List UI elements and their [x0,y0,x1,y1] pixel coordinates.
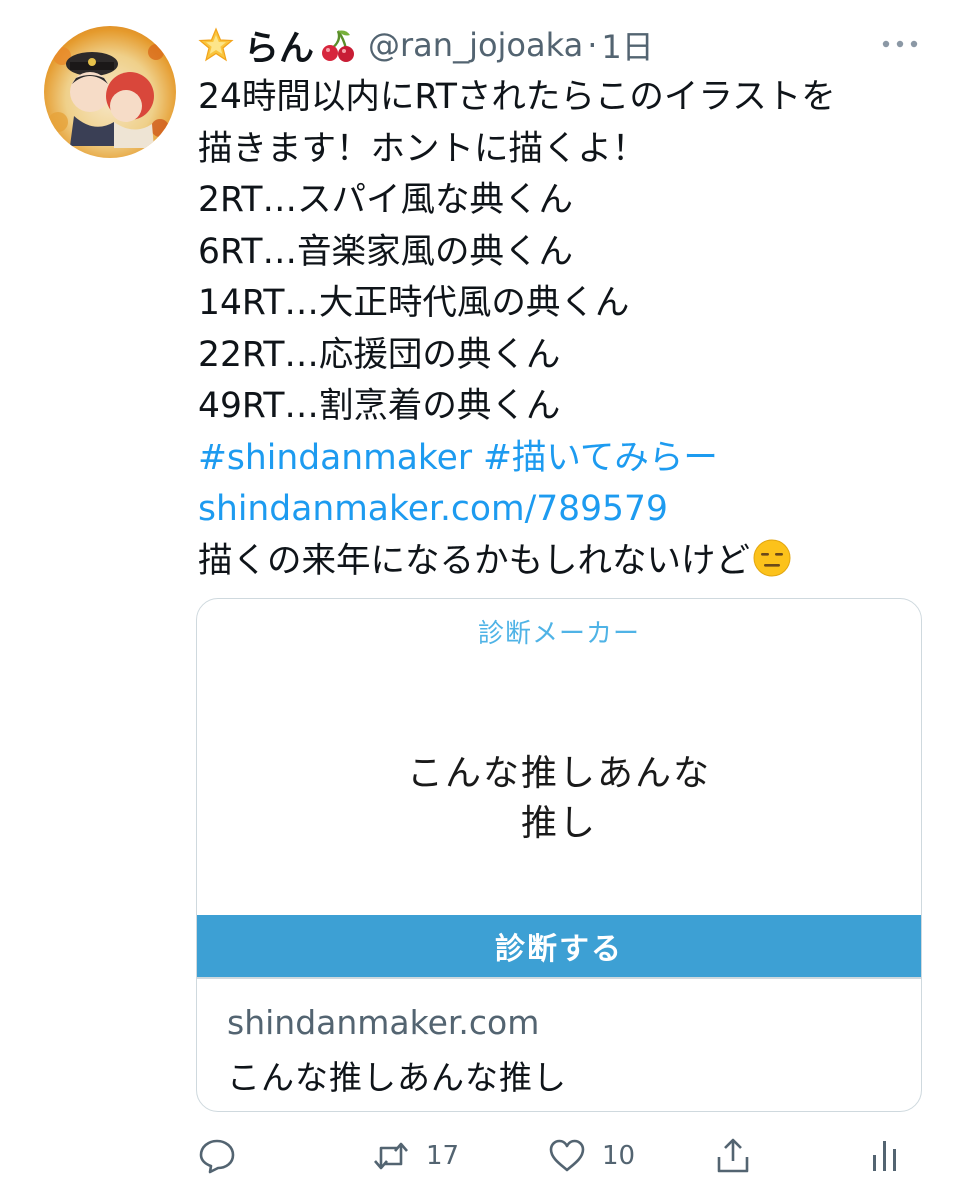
card-divider [197,977,921,979]
url-line: shindanmaker.com/789579 [198,484,928,536]
card-title-line: こんな推しあんな [406,753,711,794]
link-card[interactable]: 診断メーカー こんな推しあんな 推し 診断する shindanmaker.com… [196,598,922,1112]
more-icon[interactable] [880,34,920,54]
card-domain: shindanmaker.com [227,1003,540,1042]
reply-icon [199,1139,235,1174]
like-icon [549,1139,585,1172]
card-description: こんな推しあんな推し [227,1058,567,1097]
analytics-icon [873,1141,896,1171]
tweet-line: 14RT…大正時代風の典くん [198,283,630,323]
like-button[interactable]: 10 [548,1134,635,1178]
expressionless-face-icon [753,539,791,576]
hashtag-link[interactable]: #描いてみらー [483,438,718,478]
url-link[interactable]: shindanmaker.com/789579 [198,489,668,529]
tweet-line: 2RT…スパイ風な典くん [198,180,573,220]
tweet-line: 24時間以内にRTされたらこのイラストを [198,77,836,117]
glowing-star-icon [198,27,234,62]
reply-button[interactable] [198,1134,252,1178]
timestamp[interactable]: 1日 [601,22,653,68]
hashtag-link[interactable]: #shindanmaker [198,438,472,478]
diagnose-button[interactable]: 診断する [197,915,921,977]
like-count: 10 [602,1141,636,1171]
tweet-line: 描きます！ホントに描くよ！ [198,128,647,169]
author-handle[interactable]: @ran_jojoaka [368,26,583,64]
share-button[interactable] [714,1134,752,1178]
tweet[interactable]: らん @ran_jojoaka · 1日 24時間以内にRTされたらこのイラスト… [0,0,960,1200]
retweet-button[interactable]: 17 [372,1134,459,1178]
tweet-header: らん @ran_jojoaka · 1日 [198,20,654,71]
retweet-count: 17 [426,1141,460,1171]
author-name[interactable]: らん [244,20,314,71]
card-title: こんな推しあんな 推し [197,749,921,849]
share-icon [717,1138,749,1173]
retweet-icon [374,1142,408,1170]
card-site-label: 診断メーカー [477,619,640,649]
tweet-line: 49RT…割烹着の典くん [198,386,561,426]
hashtag-line: #shindanmaker #描いてみらー [198,433,928,485]
closing-text: 描くの来年になるかもしれないけど [198,540,750,581]
tweet-text: 24時間以内にRTされたらこのイラストを 描きます！ホントに描くよ！ 2RT…ス… [198,72,928,587]
tweet-line: 6RT…音楽家風の典くん [198,231,573,272]
tweet-line: 22RT…応援団の典くん [198,334,561,375]
action-bar: 17 10 [196,1134,926,1178]
card-title-line: 推し [520,803,597,844]
avatar-illustration [48,44,169,148]
separator-dot: · [587,26,598,64]
avatar[interactable] [44,26,176,158]
closing-line: 描くの来年になるかもしれないけど [198,536,928,588]
cherries-icon [322,30,355,62]
analytics-button[interactable] [866,1134,904,1178]
